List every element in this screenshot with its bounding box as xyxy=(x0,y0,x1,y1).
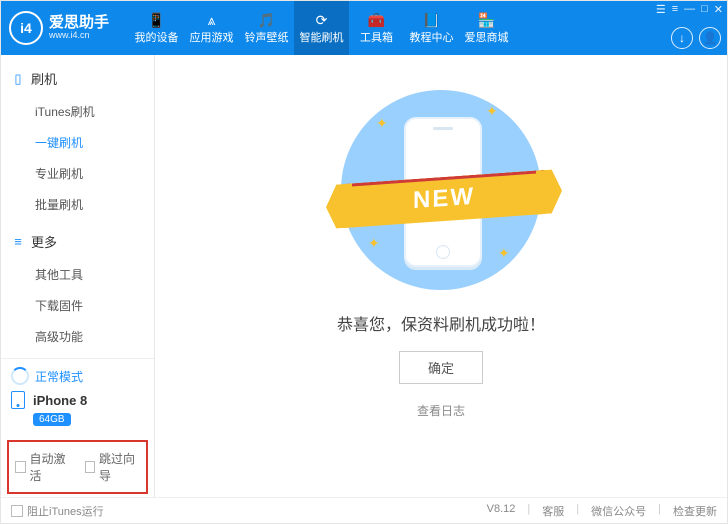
sidebar-section-more[interactable]: ≡ 更多 xyxy=(1,226,154,257)
check-update-link[interactable]: 检查更新 xyxy=(673,503,717,519)
device-row[interactable]: iPhone 8 xyxy=(11,391,144,409)
mode-label: 正常模式 xyxy=(35,368,83,385)
ringtone-icon: 🎵 xyxy=(258,10,275,30)
wechat-link[interactable]: 微信公众号 xyxy=(591,503,646,519)
nav-label: 铃声壁纸 xyxy=(245,32,289,45)
user-controls: ↓ 👤 xyxy=(671,27,721,49)
success-message: 恭喜您，保资料刷机成功啦！ xyxy=(337,311,545,335)
list-icon[interactable]: ≡ xyxy=(672,3,678,16)
menu-icon[interactable]: ☰ xyxy=(656,3,666,16)
mode-row[interactable]: 正常模式 xyxy=(11,367,144,385)
main-panel: NEW ✦✦✦✦ 恭喜您，保资料刷机成功啦！ 确定 查看日志 xyxy=(155,55,727,497)
checkbox-label: 跳过向导 xyxy=(99,450,140,484)
nav-label: 爱思商城 xyxy=(465,32,509,45)
checkbox-label: 阻止iTunes运行 xyxy=(27,503,104,519)
checkbox-icon xyxy=(85,461,96,473)
top-nav: 📱 我的设备 ⩓ 应用游戏 🎵 铃声壁纸 ⟳ 智能刷机 🧰 工具箱 📘 教程中心 🏪 爱思商城 xyxy=(129,1,727,55)
sidebar-item-advanced[interactable]: 高级功能 xyxy=(1,321,154,352)
nav-apps-games[interactable]: ⩓ 应用游戏 xyxy=(184,1,239,55)
brand-name: 爱思助手 xyxy=(49,15,109,32)
nav-label: 我的设备 xyxy=(135,32,179,45)
capacity-badge: 64GB xyxy=(33,413,71,426)
nav-label: 工具箱 xyxy=(360,32,393,45)
support-link[interactable]: 客服 xyxy=(542,503,564,519)
sidebar-item-other-tools[interactable]: 其他工具 xyxy=(1,259,154,290)
logo-badge-icon: i4 xyxy=(9,11,43,45)
sidebar-item-pro-flash[interactable]: 专业刷机 xyxy=(1,158,154,189)
download-manager-button[interactable]: ↓ xyxy=(671,27,693,49)
checkbox-label: 自动激活 xyxy=(30,450,71,484)
auto-activate-checkbox[interactable]: 自动激活 xyxy=(15,450,71,484)
maximize-icon[interactable]: □ xyxy=(701,3,708,16)
flash-icon: ⟳ xyxy=(316,10,328,30)
toolbox-icon: 🧰 xyxy=(368,10,385,30)
sidebar-item-download-firmware[interactable]: 下载固件 xyxy=(1,290,154,321)
nav-store[interactable]: 🏪 爱思商城 xyxy=(459,1,514,55)
version-label: V8.12 xyxy=(487,503,516,519)
sidebar-item-oneclick-flash[interactable]: 一键刷机 xyxy=(1,127,154,158)
nav-ringtones[interactable]: 🎵 铃声壁纸 xyxy=(239,1,294,55)
section-title: 更多 xyxy=(31,232,57,251)
device-icon xyxy=(11,391,25,409)
tutorial-icon: 📘 xyxy=(423,10,440,30)
checkbox-icon xyxy=(11,505,23,517)
account-button[interactable]: 👤 xyxy=(699,27,721,49)
status-bar: 阻止iTunes运行 V8.12 | 客服 | 微信公众号 | 检查更新 xyxy=(1,497,727,523)
more-icon: ≡ xyxy=(11,234,25,249)
phone-icon: ▯ xyxy=(11,71,25,87)
sidebar-item-batch-flash[interactable]: 批量刷机 xyxy=(1,189,154,220)
minimize-icon[interactable]: — xyxy=(684,3,695,16)
success-illustration: NEW ✦✦✦✦ xyxy=(326,75,556,305)
device-name: iPhone 8 xyxy=(33,393,87,408)
apps-icon: ⩓ xyxy=(208,10,216,30)
nav-tutorials[interactable]: 📘 教程中心 xyxy=(404,1,459,55)
titlebar: i4 爱思助手 www.i4.cn 📱 我的设备 ⩓ 应用游戏 🎵 铃声壁纸 ⟳ 智能刷… xyxy=(1,1,727,55)
nav-my-device[interactable]: 📱 我的设备 xyxy=(129,1,184,55)
nav-label: 智能刷机 xyxy=(300,32,344,45)
window-controls: ☰ ≡ — □ ✕ xyxy=(656,3,723,16)
checkbox-icon xyxy=(15,461,26,473)
close-icon[interactable]: ✕ xyxy=(714,3,723,16)
device-panel: 正常模式 iPhone 8 64GB xyxy=(1,358,154,434)
view-log-link[interactable]: 查看日志 xyxy=(417,402,465,419)
section-title: 刷机 xyxy=(31,69,57,88)
nav-label: 教程中心 xyxy=(410,32,454,45)
brand-url: www.i4.cn xyxy=(49,31,109,41)
skip-guide-checkbox[interactable]: 跳过向导 xyxy=(85,450,141,484)
spinner-icon xyxy=(11,367,29,385)
sidebar-item-itunes-flash[interactable]: iTunes刷机 xyxy=(1,96,154,127)
sidebar-section-flash[interactable]: ▯ 刷机 xyxy=(1,63,154,94)
block-itunes-checkbox[interactable]: 阻止iTunes运行 xyxy=(11,503,104,519)
store-icon: 🏪 xyxy=(478,10,495,30)
nav-label: 应用游戏 xyxy=(190,32,234,45)
ok-button[interactable]: 确定 xyxy=(399,351,483,384)
app-logo: i4 爱思助手 www.i4.cn xyxy=(9,1,129,55)
device-icon: 📱 xyxy=(148,10,165,30)
nav-flash[interactable]: ⟳ 智能刷机 xyxy=(294,1,349,55)
flash-options-box: 自动激活 跳过向导 xyxy=(7,440,148,494)
sidebar: ▯ 刷机 iTunes刷机 一键刷机 专业刷机 批量刷机 ≡ 更多 其他工具 下… xyxy=(1,55,155,497)
nav-toolbox[interactable]: 🧰 工具箱 xyxy=(349,1,404,55)
